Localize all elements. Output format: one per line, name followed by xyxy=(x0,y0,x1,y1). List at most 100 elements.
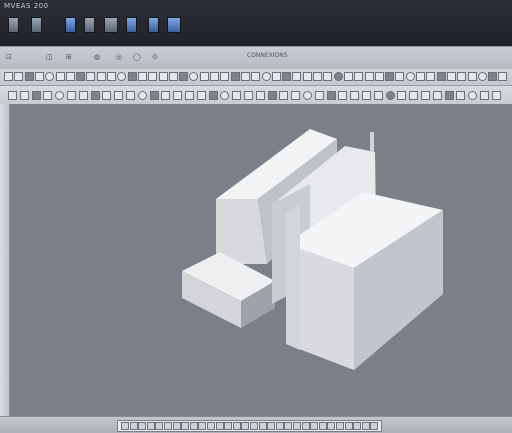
toolbar-tool-button[interactable] xyxy=(199,72,209,81)
toolbar-tool-button[interactable] xyxy=(468,91,478,100)
menu-glyph[interactable]: ⊙ xyxy=(152,53,158,61)
status-tool-button[interactable] xyxy=(146,422,155,430)
toolbar-tool-button[interactable] xyxy=(55,72,65,81)
new-file-icon[interactable] xyxy=(8,17,19,33)
toolbar-tool-button[interactable] xyxy=(8,91,17,100)
toolbar-tool-button[interactable] xyxy=(149,91,159,100)
toolbar-tool-button[interactable] xyxy=(14,72,24,81)
toolbar-tool-button[interactable] xyxy=(86,72,96,81)
toolbar-tool-button[interactable] xyxy=(354,72,364,81)
toolbar-tool-button[interactable] xyxy=(126,91,135,100)
toolbar-tool-button[interactable] xyxy=(323,72,333,81)
toolbar-tool-button[interactable] xyxy=(24,72,34,81)
toolbar-tool-button[interactable] xyxy=(426,72,436,81)
settings-icon[interactable] xyxy=(167,17,181,33)
menu-glyph[interactable]: ◫ xyxy=(46,53,53,61)
status-tool-button[interactable] xyxy=(232,422,241,430)
status-tool-button[interactable] xyxy=(327,422,336,430)
toolbar-tool-button[interactable] xyxy=(397,91,407,100)
toolbar-tool-button[interactable] xyxy=(498,72,508,81)
3d-viewport[interactable] xyxy=(10,104,512,416)
toolbar-tool-button[interactable] xyxy=(374,72,384,81)
toolbar-tool-button[interactable] xyxy=(385,91,395,100)
toolbar-tool-button[interactable] xyxy=(240,72,250,81)
toolbar-tool-button[interactable] xyxy=(43,91,53,100)
toolbar-tool-button[interactable] xyxy=(255,91,265,100)
toolbar-tool-button[interactable] xyxy=(436,72,446,81)
toolbar-tool-button[interactable] xyxy=(244,91,253,100)
toolbar-tool-button[interactable] xyxy=(251,72,261,81)
toolbar-tool-button[interactable] xyxy=(208,91,218,100)
status-tool-button[interactable] xyxy=(275,422,284,430)
status-tool-button[interactable] xyxy=(370,422,379,430)
menu-glyph[interactable]: ◯ xyxy=(133,53,141,61)
open-file-icon[interactable] xyxy=(31,17,42,33)
menu-glyph[interactable]: ◍ xyxy=(94,53,100,61)
toolbar-tool-button[interactable] xyxy=(405,72,415,81)
toolbar-tool-button[interactable] xyxy=(173,91,183,100)
toolbar-tool-button[interactable] xyxy=(385,72,395,81)
toolbar-tool-button[interactable] xyxy=(333,72,343,81)
status-tool-button[interactable] xyxy=(164,422,172,430)
toolbar-tool-button[interactable] xyxy=(210,72,219,81)
toolbar-tool-button[interactable] xyxy=(291,91,301,100)
toolbar-tool-button[interactable] xyxy=(444,91,454,100)
toolbar-tool-button[interactable] xyxy=(232,91,242,100)
toolbar-tool-button[interactable] xyxy=(364,72,374,81)
toolbar-tool-button[interactable] xyxy=(168,72,178,81)
toolbar-tool-button[interactable] xyxy=(350,91,360,100)
toolbar-tool-button[interactable] xyxy=(292,72,302,81)
status-tool-button[interactable] xyxy=(181,422,190,430)
toolbar-tool-button[interactable] xyxy=(107,72,116,81)
status-tool-button[interactable] xyxy=(198,422,207,430)
toolbar-tool-button[interactable] xyxy=(491,91,501,100)
toolbar-tool-button[interactable] xyxy=(179,72,189,81)
toolbar-tool-button[interactable] xyxy=(31,91,41,100)
status-tool-button[interactable] xyxy=(344,422,353,430)
toolbar-tool-button[interactable] xyxy=(114,91,124,100)
toolbar-tool-button[interactable] xyxy=(19,91,29,100)
toolbar-tool-button[interactable] xyxy=(90,91,100,100)
toolbar-tool-button[interactable] xyxy=(282,72,292,81)
toolbar-tool-button[interactable] xyxy=(303,91,312,100)
toolbar-tool-button[interactable] xyxy=(185,91,194,100)
toolbar-tool-button[interactable] xyxy=(326,91,336,100)
toolbar-tool-button[interactable] xyxy=(314,91,324,100)
toolbar-tool-button[interactable] xyxy=(158,72,168,81)
toolbar-tool-button[interactable] xyxy=(467,72,477,81)
status-tool-button[interactable] xyxy=(155,422,164,430)
toolbar-tool-button[interactable] xyxy=(220,91,230,100)
status-tool-button[interactable] xyxy=(301,422,310,430)
status-tool-button[interactable] xyxy=(336,422,344,430)
menu-glyph[interactable]: ⊞ xyxy=(66,53,72,61)
toolbar-tool-button[interactable] xyxy=(117,72,127,81)
save-icon[interactable] xyxy=(65,17,76,33)
toolbar-tool-button[interactable] xyxy=(416,72,425,81)
status-tool-button[interactable] xyxy=(293,422,301,430)
toolbar-tool-button[interactable] xyxy=(432,91,442,100)
toolbar-tool-button[interactable] xyxy=(338,91,348,100)
toolbar-tool-button[interactable] xyxy=(4,72,13,81)
toolbar-tool-button[interactable] xyxy=(102,91,112,100)
toolbar-tool-button[interactable] xyxy=(421,91,430,100)
status-tool-button[interactable] xyxy=(284,422,293,430)
toolbar-tool-button[interactable] xyxy=(457,72,467,81)
toolbar-tool-button[interactable] xyxy=(488,72,498,81)
toolbar-tool-button[interactable] xyxy=(362,91,371,100)
toolbar-tool-button[interactable] xyxy=(45,72,55,81)
toolbar-tool-button[interactable] xyxy=(189,72,199,81)
toolbar-tool-button[interactable] xyxy=(137,91,147,100)
toolbar-tool-button[interactable] xyxy=(279,91,289,100)
print-icon[interactable] xyxy=(84,17,95,33)
menu-glyph[interactable]: ◎ xyxy=(116,53,122,61)
toolbar-tool-button[interactable] xyxy=(261,72,271,81)
status-tool-button[interactable] xyxy=(267,422,276,430)
toolbar-tool-button[interactable] xyxy=(55,91,65,100)
toolbar-tool-button[interactable] xyxy=(65,72,75,81)
status-tool-button[interactable] xyxy=(121,422,129,430)
toolbar-tool-button[interactable] xyxy=(456,91,466,100)
status-tool-button[interactable] xyxy=(207,422,215,430)
status-tool-button[interactable] xyxy=(250,422,258,430)
toolbar-tool-button[interactable] xyxy=(409,91,419,100)
toolbar-tool-button[interactable] xyxy=(34,72,44,81)
